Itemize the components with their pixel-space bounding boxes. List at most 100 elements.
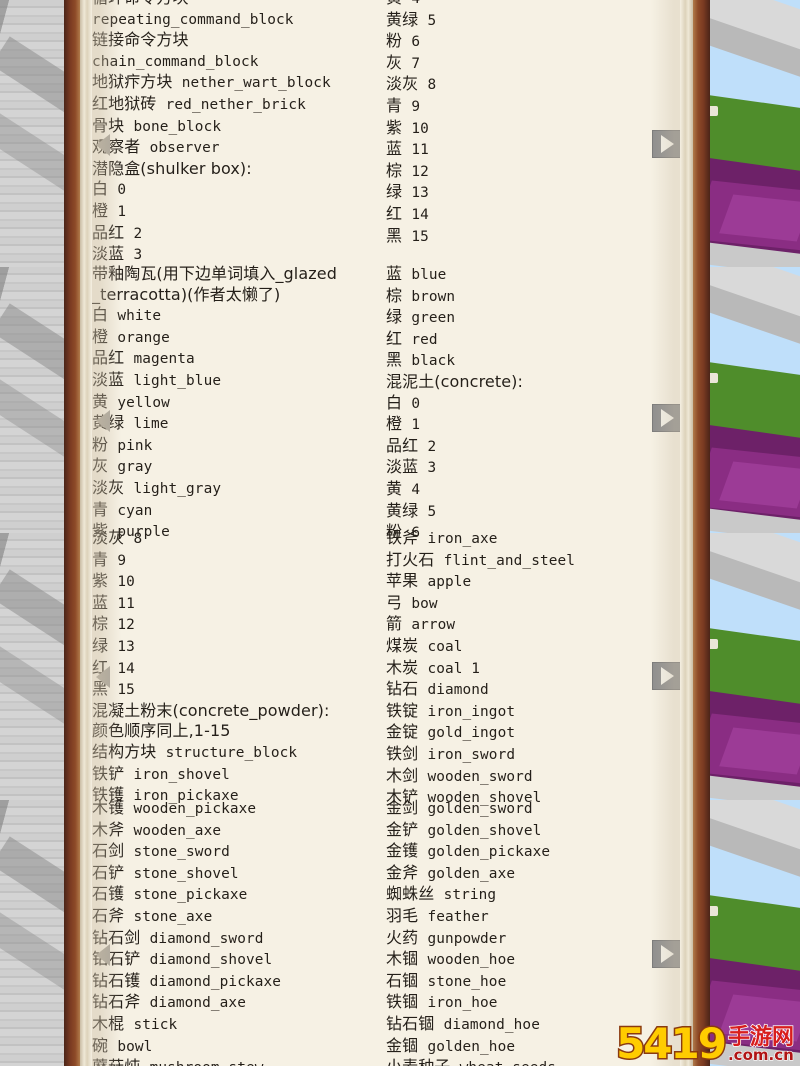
item-id-en: 13 bbox=[411, 185, 429, 202]
book-spine-right bbox=[693, 0, 710, 1066]
book-text-line: 金镬 golden_pickaxe bbox=[386, 841, 680, 863]
book-text-line: 苹果 apple bbox=[386, 571, 680, 593]
item-name-cn: 金斧 bbox=[386, 862, 419, 882]
item-id-en: magenta bbox=[133, 351, 195, 368]
screenshot-root: 循环命令方块 repeating_command_block 链接命令方块 chain… bbox=[0, 0, 800, 1066]
item-name-cn: 蓝 bbox=[386, 139, 403, 159]
book-text-line: 橙 1 bbox=[386, 414, 680, 436]
item-name-cn: 黄 bbox=[386, 478, 403, 498]
item-name-cn: 橙 bbox=[386, 414, 403, 434]
prev-page-arrow[interactable] bbox=[96, 666, 110, 688]
book-text-line: _terracotta)(作者太懒了) bbox=[92, 285, 386, 306]
next-page-arrow[interactable] bbox=[652, 662, 680, 690]
book-text-line: repeating_command_block bbox=[92, 9, 386, 31]
book-text-line: 石铲 stone_shovel bbox=[92, 863, 386, 885]
triangle-right-icon bbox=[660, 945, 674, 963]
item-name-cn: 铁剑 bbox=[386, 743, 419, 763]
item-name-cn: 棕 bbox=[386, 285, 403, 305]
triangle-right-icon bbox=[660, 667, 674, 685]
item-id-en: stone_hoe bbox=[427, 973, 507, 990]
item-id-en: wooden_axe bbox=[133, 822, 222, 839]
book-column-left: 循环命令方块 repeating_command_block 链接命令方块 chain… bbox=[92, 0, 386, 1066]
item-name-cn: _terracotta)(作者太懒了) bbox=[92, 284, 281, 304]
item-id-en: golden_shovel bbox=[427, 822, 542, 839]
item-id-en: 5 bbox=[427, 503, 437, 520]
book-text-line: 地狱疜方块 nether_wart_block bbox=[92, 72, 386, 94]
book-text-line: 黄绿 5 bbox=[386, 501, 680, 523]
book-text-line: 黄绿 lime bbox=[92, 413, 386, 435]
item-id-en: arrow bbox=[411, 617, 456, 634]
book-scroll-panel: 铁斧 iron_axe 打火石 flint_and_steel 苹果 apple 弓 … bbox=[386, 528, 680, 809]
item-id-en: 9 bbox=[117, 552, 127, 569]
book-text-line: 白 0 bbox=[92, 179, 386, 201]
book-text-line: 金铲 golden_shovel bbox=[386, 820, 680, 842]
item-name-cn: 火药 bbox=[386, 927, 419, 947]
book-text-line: 木棍 stick bbox=[92, 1014, 386, 1036]
item-name-cn: 钻石 bbox=[386, 679, 419, 699]
prev-page-arrow[interactable] bbox=[96, 944, 110, 966]
book-text-line: 打火石 flint_and_steel bbox=[386, 550, 680, 572]
item-id-en: 8 bbox=[427, 77, 437, 94]
book-text-line: 品红 magenta bbox=[92, 348, 386, 370]
next-page-arrow[interactable] bbox=[652, 940, 680, 968]
book-text-line: 淡蓝 3 bbox=[92, 244, 386, 266]
item-id-en: diamond bbox=[427, 682, 489, 699]
item-id-en: wooden_hoe bbox=[427, 952, 516, 969]
book-text-line: 淡灰 8 bbox=[386, 74, 680, 96]
item-name-cn: 颜色顺序同上,1-15 bbox=[92, 721, 231, 741]
item-name-cn: 粉 bbox=[92, 434, 109, 454]
item-id-en: 1 bbox=[411, 417, 421, 434]
item-id-en: 12 bbox=[411, 163, 429, 180]
book-text-line: 钻石 diamond bbox=[386, 679, 680, 701]
book-text-line: 绿 green bbox=[386, 307, 680, 329]
purpur-structure-top bbox=[719, 461, 800, 508]
book-text-line: 青 cyan bbox=[92, 500, 386, 522]
item-id-en: cyan bbox=[117, 502, 153, 519]
item-id-en: 11 bbox=[411, 142, 429, 159]
item-name-cn: 金铲 bbox=[386, 819, 419, 839]
next-page-arrow[interactable] bbox=[652, 130, 680, 158]
book-text-line: 橙 1 bbox=[92, 201, 386, 223]
item-name-cn: 带釉陶瓦(用下边单词填入_glazed bbox=[92, 264, 337, 283]
item-name-cn: 金锭 bbox=[386, 722, 419, 742]
item-name-cn: 羽毛 bbox=[386, 905, 419, 925]
item-name-cn: 黄 bbox=[386, 0, 402, 7]
book-text-line: 蓝 11 bbox=[92, 593, 386, 615]
item-id-en: stick bbox=[133, 1016, 178, 1033]
item-name-cn: 黄 bbox=[92, 391, 109, 411]
item-name-cn: 石镬 bbox=[92, 884, 125, 904]
prev-page-arrow[interactable] bbox=[96, 134, 110, 156]
item-id-en: 2 bbox=[133, 225, 143, 242]
book-scroll-panel: 带釉陶瓦(用下边单词填入_glazed _terracotta)(作者太懒了) 白 … bbox=[92, 264, 386, 543]
item-name-cn: 铁锢 bbox=[386, 992, 419, 1012]
item-name-cn: 混凝土粉末(concrete_powder): bbox=[92, 700, 330, 720]
item-id-en: 1 bbox=[117, 203, 127, 220]
item-name-cn: 地狱疜方块 bbox=[92, 72, 173, 92]
item-id-en: 9 bbox=[411, 98, 421, 115]
item-id-en: 14 bbox=[117, 660, 135, 677]
book-text-line: 黑 15 bbox=[386, 226, 680, 248]
watermark-text: 手游网 bbox=[727, 1025, 795, 1050]
book-scroll-panel: 蓝 blue 棕 brown 绿 green 红 red 黑 black 混泥土(conc… bbox=[386, 264, 680, 544]
item-id-en: 5 bbox=[427, 12, 437, 29]
item-id-en: yellow bbox=[117, 394, 170, 411]
item-id-en: chain_command_block bbox=[92, 53, 259, 70]
item-id-en: 0 bbox=[411, 395, 421, 412]
book-text-line: 红 red bbox=[386, 329, 680, 351]
book-text-line: 骨块 bone_block bbox=[92, 116, 386, 138]
book-text-line: 淡灰 light_gray bbox=[92, 478, 386, 500]
prev-page-arrow[interactable] bbox=[96, 410, 110, 432]
watermark-domain: .com.cn bbox=[727, 1046, 794, 1064]
item-name-cn: 金锢 bbox=[386, 1035, 419, 1055]
item-id-en: 0 bbox=[117, 182, 127, 199]
item-name-cn: 白 bbox=[92, 305, 109, 325]
item-id-en: 8 bbox=[133, 531, 143, 547]
book-text-line: 颜色顺序同上,1-15 bbox=[92, 721, 386, 742]
next-page-arrow[interactable] bbox=[652, 404, 680, 432]
item-name-cn: 淡灰 bbox=[386, 74, 419, 94]
item-id-en: golden_sword bbox=[427, 801, 533, 817]
item-id-en: iron_axe bbox=[427, 531, 498, 547]
book-text-line: 铁铲 iron_shovel bbox=[92, 764, 386, 786]
item-name-cn: 箭 bbox=[386, 614, 403, 634]
purpur-structure-top bbox=[719, 194, 800, 242]
